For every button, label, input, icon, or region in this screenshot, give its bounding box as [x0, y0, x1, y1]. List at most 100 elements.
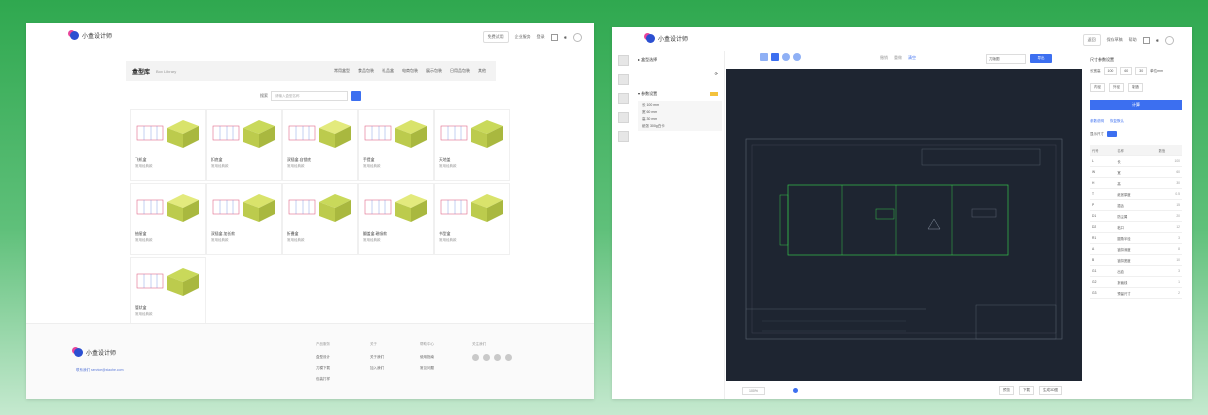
search-button[interactable] [351, 91, 361, 101]
undo-button[interactable]: 撤销 [880, 55, 888, 61]
save-draft-link[interactable]: 保存草稿 [1107, 37, 1123, 43]
footer-link[interactable]: 包装打样 [316, 377, 330, 382]
show-dimension-toggle[interactable] [1107, 131, 1117, 137]
category-link[interactable]: 展示包装 [426, 68, 442, 74]
box-card[interactable]: 书型盒 常用经典款 [434, 183, 510, 255]
param-value[interactable]: 20 [1156, 210, 1182, 222]
box-card[interactable]: 双插盒-加长款 常用经典款 [206, 183, 282, 255]
refresh-icon[interactable]: ⟳ [715, 71, 718, 76]
box-card[interactable]: 抽屉盒 常用经典款 [130, 183, 206, 255]
param-value[interactable]: 1 [1156, 276, 1182, 288]
footer-link[interactable]: 常见问题 [420, 366, 434, 371]
table-row[interactable]: W 宽 60 [1090, 166, 1182, 178]
table-row[interactable]: H 高 30 [1090, 177, 1182, 189]
box-card[interactable]: 天地盖 常用经典款 [434, 109, 510, 181]
table-row[interactable]: G1 出血 3 [1090, 265, 1182, 277]
param-value[interactable]: 8 [1156, 243, 1182, 255]
move-tool-icon[interactable] [771, 53, 779, 61]
table-row[interactable]: G2 折痕线 1 [1090, 276, 1182, 288]
footer-link[interactable]: 使用指南 [420, 355, 434, 360]
material-tool-icon[interactable] [618, 93, 629, 104]
avatar[interactable] [573, 32, 582, 42]
footer-link[interactable]: 盒型设计 [316, 355, 330, 360]
zoom-out-icon[interactable] [793, 53, 801, 61]
box-card[interactable]: 飞机盒 常用经典款 [130, 109, 206, 181]
table-row[interactable]: B 锁扣宽度 10 [1090, 254, 1182, 266]
preview-button[interactable]: 预览 [999, 386, 1015, 395]
help-link[interactable]: 帮助 [1129, 37, 1137, 43]
category-link[interactable]: 其他 [478, 68, 486, 74]
table-row[interactable]: L 长 100 [1090, 155, 1182, 167]
table-row[interactable]: G3 预留尺寸 2 [1090, 287, 1182, 299]
box-card[interactable]: 翻盖盒-磁吸款 常用经典款 [358, 183, 434, 255]
avatar[interactable] [1165, 35, 1174, 45]
category-link[interactable]: 日用品包装 [450, 68, 470, 74]
category-link[interactable]: 礼品盒 [382, 68, 394, 74]
douyin-icon[interactable] [505, 354, 512, 361]
footer-link[interactable]: 加入我们 [370, 366, 384, 371]
wechat-icon[interactable] [472, 354, 479, 361]
category-link[interactable]: 食品包装 [358, 68, 374, 74]
box-card[interactable]: 双插盒-自锁底 常用经典款 [282, 109, 358, 181]
lang-icon[interactable]: ✱ [1156, 38, 1159, 43]
footer-link[interactable]: 关于我们 [370, 355, 384, 360]
param-tool-icon[interactable] [618, 74, 629, 85]
sidebar-item-params[interactable]: ▾ 参数设置 [638, 91, 657, 97]
box-card[interactable]: 手提盒 常用经典款 [358, 109, 434, 181]
height-input[interactable]: 30 [1135, 67, 1148, 75]
table-row[interactable]: R1 圆角半径 3 [1090, 232, 1182, 244]
param-value[interactable]: 0.5 [1156, 188, 1182, 200]
table-row[interactable]: D1 防尘翼 20 [1090, 210, 1182, 222]
search-input[interactable]: 请输入盒型名称 [271, 91, 348, 101]
trial-button[interactable]: 免费试用 [482, 31, 509, 43]
site-logo[interactable]: 小盒设计师 [70, 31, 112, 40]
param-value[interactable]: 15 [1156, 199, 1182, 211]
back-button[interactable]: 返回 [1082, 34, 1101, 46]
param-value[interactable]: 10 [1156, 254, 1182, 266]
export-button[interactable]: 导出 [1030, 54, 1052, 63]
select-tool-icon[interactable] [760, 53, 768, 61]
param-value[interactable]: 12 [1156, 221, 1182, 233]
zoom-level[interactable]: 100% [742, 386, 765, 395]
table-row[interactable]: D2 粘口 12 [1090, 221, 1182, 233]
dieline-canvas[interactable] [726, 69, 1082, 381]
table-row[interactable]: A 锁扣深度 8 [1090, 243, 1182, 255]
param-value[interactable]: 60 [1156, 166, 1182, 178]
print-tool-icon[interactable] [618, 112, 629, 123]
generate-3d-button[interactable]: 生成3D图 [1039, 386, 1062, 395]
category-link[interactable]: 常用盒型 [334, 68, 350, 74]
download-button[interactable]: 下载 [1019, 386, 1035, 395]
box-card[interactable]: 折叠盒 常用经典款 [282, 183, 358, 255]
redo-button[interactable]: 重做 [894, 55, 902, 61]
footer-link[interactable]: 刀模下载 [316, 366, 330, 371]
help-link[interactable]: 参数说明 [1090, 119, 1104, 124]
param-value[interactable]: 100 [1156, 155, 1182, 167]
calculate-button[interactable]: 计算 [1090, 100, 1182, 110]
qq-icon[interactable] [494, 354, 501, 361]
tab-outer[interactable]: 外径 [1109, 83, 1124, 92]
param-value[interactable]: 30 [1156, 177, 1182, 189]
sidebar-item-box[interactable]: ▸ 盒型选择 [638, 57, 657, 63]
enterprise-link[interactable]: 企业服务 [515, 34, 531, 40]
box-card[interactable]: 扣底盒 常用经典款 [206, 109, 282, 181]
view-select[interactable]: 刀版图 [986, 54, 1026, 64]
zoom-in-icon[interactable] [782, 53, 790, 61]
tab-inner[interactable]: 内径 [1090, 83, 1105, 92]
param-value[interactable]: 3 [1156, 265, 1182, 277]
box-tool-icon[interactable] [618, 55, 629, 66]
param-value[interactable]: 3 [1156, 232, 1182, 244]
clear-button[interactable]: 清空 [908, 55, 916, 61]
site-logo[interactable]: 小盒设计师 [646, 34, 688, 43]
login-link[interactable]: 登录 [537, 34, 545, 40]
reset-link[interactable]: 恢复默认 [1110, 119, 1124, 124]
contact-link[interactable]: 联系我们 service@xiaohe.com [76, 368, 124, 373]
length-input[interactable]: 100 [1103, 67, 1118, 75]
fullscreen-icon[interactable] [1142, 36, 1150, 44]
table-row[interactable]: T 纸张厚度 0.5 [1090, 188, 1182, 200]
category-link[interactable]: 电商包装 [402, 68, 418, 74]
table-row[interactable]: P 插舌 15 [1090, 199, 1182, 211]
param-value[interactable]: 2 [1156, 287, 1182, 299]
fullscreen-icon[interactable] [550, 33, 558, 41]
zoom-slider-handle[interactable] [792, 388, 798, 393]
weibo-icon[interactable] [483, 354, 490, 361]
